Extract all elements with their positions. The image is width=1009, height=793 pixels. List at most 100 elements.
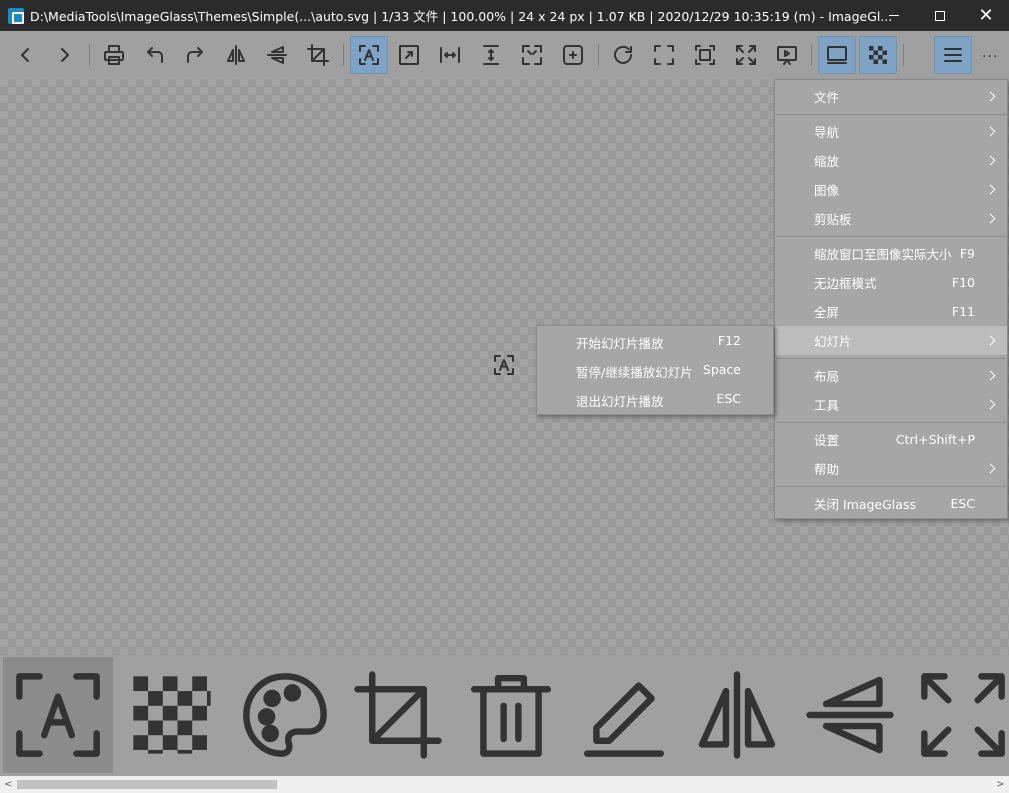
lock-zoom-ratio-button[interactable]: [390, 36, 428, 74]
chevron-right-icon: [985, 126, 996, 137]
color-picker-icon: [243, 673, 327, 757]
view-next-icon: [61, 48, 69, 62]
menu-item-shortcut: F12: [717, 333, 741, 348]
thumbnail-item[interactable]: [569, 657, 679, 773]
slideshow-button[interactable]: [768, 36, 806, 74]
menu-item-label: 工具: [814, 398, 840, 413]
scale-to-width-button[interactable]: [431, 36, 469, 74]
thumbnail-item[interactable]: [3, 657, 113, 773]
scale-to-fit-button[interactable]: [513, 36, 551, 74]
checkerboard-icon: [869, 46, 887, 64]
scale-to-fill-button[interactable]: [554, 36, 592, 74]
print-button[interactable]: [95, 36, 133, 74]
menu-item-label: 布局: [814, 369, 840, 384]
view-next-button[interactable]: [46, 36, 84, 74]
menu-item-label: 帮助: [814, 462, 840, 477]
more-options[interactable]: ...: [982, 45, 998, 61]
submenu-item-exit-slideshow[interactable]: 退出幻灯片播放 ESC: [537, 384, 773, 413]
scroll-right-arrow[interactable]: >: [992, 776, 1009, 793]
chevron-right-icon: [985, 91, 996, 102]
fullscreen-icon: [695, 45, 715, 65]
menu-item-label: 暂停/继续播放幻灯片: [576, 365, 693, 380]
scale-to-fit-icon: [522, 45, 542, 65]
menu-item-zoom[interactable]: 缩放: [775, 146, 1007, 175]
refresh-button[interactable]: [604, 36, 642, 74]
thumbnail-item[interactable]: [682, 657, 792, 773]
thumbnail-item[interactable]: [230, 657, 340, 773]
toolbar-separator: [903, 44, 904, 66]
menu-item-label: 全屏: [814, 305, 840, 320]
close-window-button[interactable]: ✕: [963, 0, 1009, 31]
fullscreen-button[interactable]: [686, 36, 724, 74]
chevron-right-icon: [985, 399, 996, 410]
menu-item-clipboard[interactable]: 剪贴板: [775, 204, 1007, 233]
thumbnail-item[interactable]: [456, 657, 566, 773]
flip-vertical-button[interactable]: [258, 36, 296, 74]
menu-item-fullscreen[interactable]: 全屏 F11: [775, 297, 1007, 326]
horizontal-scrollbar[interactable]: < >: [0, 776, 1009, 793]
menu-item-label: 缩放: [814, 154, 840, 169]
scale-to-width-icon: [440, 47, 460, 63]
menu-separator: [776, 114, 1006, 115]
menu-item-exit[interactable]: 关闭 ImageGlass ESC: [775, 489, 1007, 518]
flip-horizontal-button[interactable]: [217, 36, 255, 74]
refresh-icon: [614, 45, 632, 64]
chevron-right-icon: [985, 463, 996, 474]
chevron-right-icon: [985, 155, 996, 166]
scrollbar-thumb[interactable]: [17, 780, 277, 789]
frameless-button[interactable]: [645, 36, 683, 74]
imageglass-app-icon[interactable]: [8, 7, 24, 24]
submenu-item-start-slideshow[interactable]: 开始幻灯片播放 F12: [537, 326, 773, 355]
checkerboard-button[interactable]: [859, 36, 897, 74]
menu-item-navigation[interactable]: 导航: [775, 117, 1007, 146]
thumbnail-item[interactable]: [117, 657, 227, 773]
chevron-right-icon: [985, 335, 996, 346]
scroll-left-arrow[interactable]: <: [0, 776, 17, 793]
edit-icon: [583, 682, 665, 757]
rotate-right-icon: [187, 47, 203, 63]
menu-item-settings[interactable]: 设置 Ctrl+Shift+P: [775, 425, 1007, 454]
checkerboard-icon: [133, 676, 211, 754]
menu-item-layout[interactable]: 布局: [775, 361, 1007, 390]
menu-separator: [776, 422, 1006, 423]
chevron-right-icon: [985, 370, 996, 381]
minimize-button[interactable]: [871, 0, 917, 31]
rotate-left-button[interactable]: [136, 36, 174, 74]
menu-separator: [776, 486, 1006, 487]
auto-zoom-icon: [492, 353, 516, 377]
menu-item-label: 设置: [814, 433, 840, 448]
menu-separator: [776, 236, 1006, 237]
menu-item-slideshow[interactable]: 幻灯片: [775, 326, 1007, 355]
menu-item-label: 文件: [814, 90, 840, 105]
frameless-icon: [654, 45, 674, 65]
scale-to-fill-icon: [563, 45, 583, 65]
adjust-window-button[interactable]: [727, 36, 765, 74]
menu-item-help[interactable]: 帮助: [775, 454, 1007, 483]
slideshow-submenu: 开始幻灯片播放 F12 暂停/继续播放幻灯片 Space 退出幻灯片播放 ESC: [536, 325, 774, 415]
scale-to-height-icon: [483, 45, 499, 65]
crop-icon: [307, 44, 329, 66]
menu-item-image[interactable]: 图像: [775, 175, 1007, 204]
menu-item-window-fit[interactable]: 缩放窗口至图像实际大小 F9: [775, 239, 1007, 268]
minimize-icon: [889, 15, 899, 16]
thumbnail-item[interactable]: [343, 657, 453, 773]
rotate-right-button[interactable]: [176, 36, 214, 74]
auto-zoom-icon: [16, 673, 100, 757]
delete-icon: [470, 674, 552, 757]
menu-item-tools[interactable]: 工具: [775, 390, 1007, 419]
thumbnail-item[interactable]: [795, 657, 905, 773]
thumbnail-bar-button[interactable]: [818, 36, 856, 74]
scale-to-height-button[interactable]: [472, 36, 510, 74]
maximize-button[interactable]: [917, 0, 963, 31]
view-previous-button[interactable]: [6, 36, 44, 74]
submenu-item-pause-slideshow[interactable]: 暂停/继续播放幻灯片 Space: [537, 355, 773, 384]
thumbnail-item[interactable]: [908, 657, 1009, 773]
main-menu-button[interactable]: [934, 36, 972, 74]
chevron-right-icon: [985, 184, 996, 195]
auto-zoom-button[interactable]: [350, 36, 388, 74]
crop-button[interactable]: [299, 36, 337, 74]
menu-item-file[interactable]: 文件: [775, 82, 1007, 111]
thumbnail-bar-icon: [827, 46, 847, 64]
menu-item-frameless[interactable]: 无边框模式 F10: [775, 268, 1007, 297]
thumbnail-bar: [0, 655, 1009, 776]
